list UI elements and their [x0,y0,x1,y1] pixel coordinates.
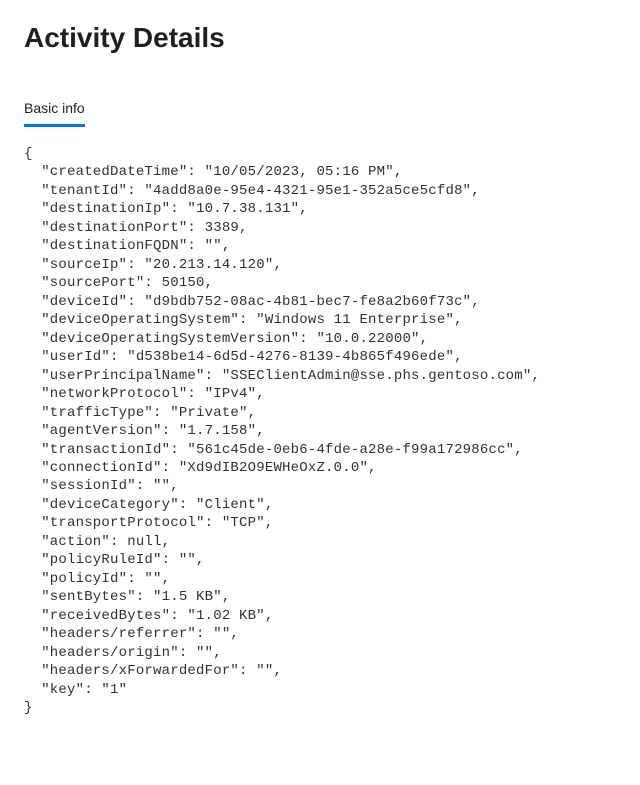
tab-basic-info[interactable]: Basic info [24,100,85,127]
tab-row: Basic info [24,100,616,127]
activity-json: { "createdDateTime": "10/05/2023, 05:16 … [24,145,616,718]
page-title: Activity Details [24,22,616,54]
